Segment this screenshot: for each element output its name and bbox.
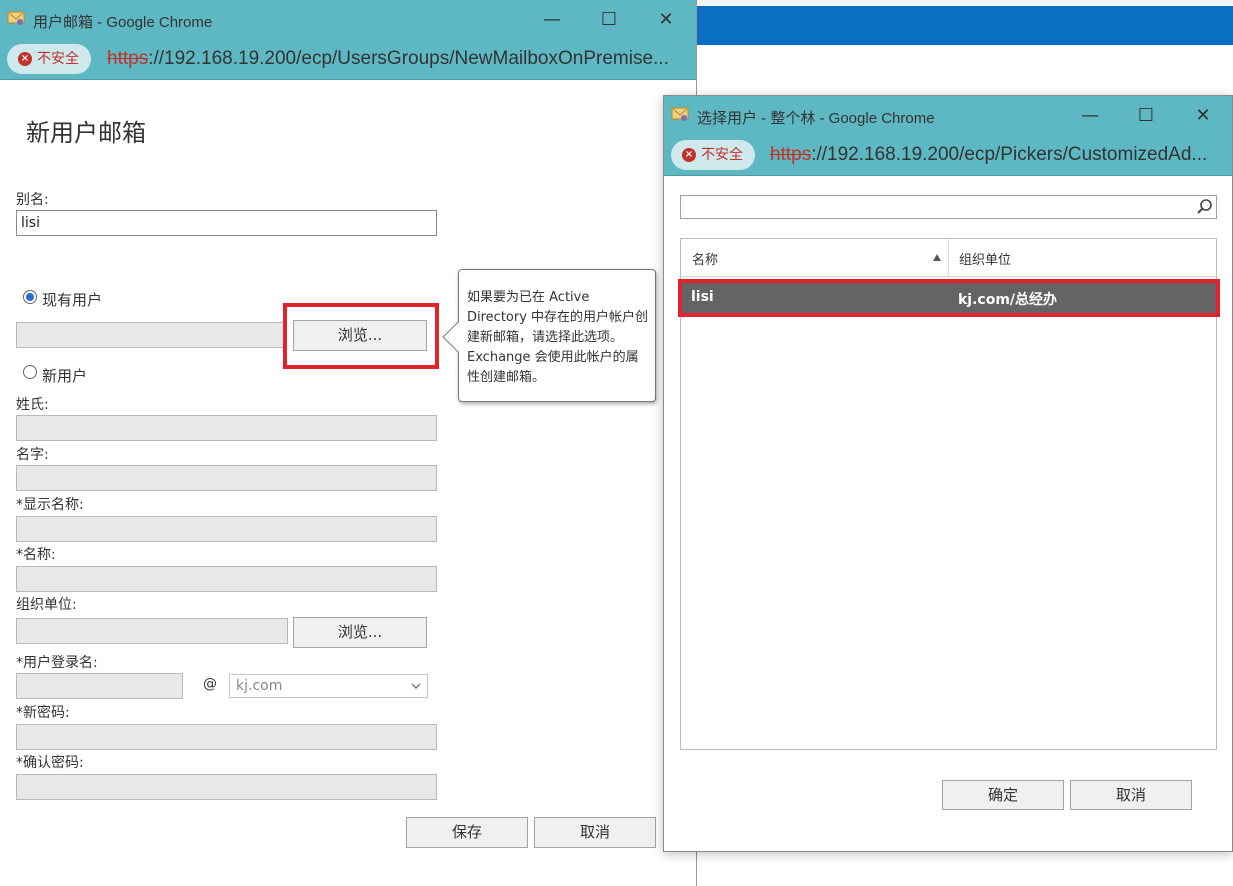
minimize-button[interactable]: — <box>537 6 567 34</box>
confirm-password-input[interactable] <box>16 774 437 800</box>
ou-browse-button[interactable]: 浏览... <box>293 617 427 648</box>
ou-field <box>16 618 288 644</box>
logon-name-label: *用户登录名: <box>16 655 98 671</box>
window-title: 用户邮箱 - Google Chrome <box>33 14 213 31</box>
url-scheme: https <box>770 144 812 165</box>
insecure-icon: × <box>682 148 696 162</box>
password-label: *新密码: <box>16 705 70 721</box>
search-icon[interactable] <box>1196 198 1214 216</box>
insecure-icon: × <box>18 52 32 66</box>
url-rest: ://192.168.19.200/ecp/Pickers/Customized… <box>811 144 1208 165</box>
alias-label: 别名: <box>16 192 49 208</box>
name-input[interactable] <box>16 566 437 592</box>
sort-ascending-icon[interactable] <box>933 254 941 261</box>
close-button[interactable]: ✕ <box>1188 102 1218 130</box>
new-mailbox-window: 用户邮箱 - Google Chrome — ☐ ✕ × 不安全 https:/… <box>0 0 697 886</box>
grid-header: 名称 组织单位 <box>681 239 1216 277</box>
select-user-window: 选择用户 - 整个林 - Google Chrome — ☐ ✕ × 不安全 h… <box>663 95 1233 852</box>
display-name-label: *显示名称: <box>16 497 84 513</box>
security-label: 不安全 <box>701 147 743 163</box>
highlight-box-row <box>678 279 1220 317</box>
column-divider[interactable] <box>948 239 949 277</box>
surname-input[interactable] <box>16 415 437 441</box>
domain-value: kj.com <box>236 678 283 694</box>
security-indicator[interactable]: × 不安全 <box>7 44 91 74</box>
window-titlebar[interactable]: 用户邮箱 - Google Chrome — ☐ ✕ <box>0 0 696 40</box>
picker-address-bar[interactable]: × 不安全 https://192.168.19.200/ecp/Pickers… <box>664 136 1232 176</box>
existing-user-field <box>16 322 286 348</box>
given-name-label: 名字: <box>16 447 49 463</box>
confirm-password-label: *确认密码: <box>16 755 84 771</box>
surname-label: 姓氏: <box>16 397 49 413</box>
cancel-button[interactable]: 取消 <box>534 817 656 848</box>
page-title: 新用户邮箱 <box>26 119 146 147</box>
address-bar[interactable]: × 不安全 https://192.168.19.200/ecp/UsersGr… <box>0 40 696 80</box>
help-tooltip: 如果要为已在 Active Directory 中存在的用户帐户创建新邮箱，请选… <box>442 269 656 402</box>
picker-titlebar[interactable]: 选择用户 - 整个林 - Google Chrome — ☐ ✕ <box>664 96 1232 136</box>
new-user-radio[interactable] <box>23 365 37 379</box>
close-button[interactable]: ✕ <box>651 6 681 34</box>
mail-app-icon <box>671 107 689 121</box>
alias-value: lisi <box>21 215 40 231</box>
display-name-input[interactable] <box>16 516 437 542</box>
background-window-header <box>697 6 1233 45</box>
security-label: 不安全 <box>37 51 79 67</box>
search-input[interactable] <box>680 195 1217 219</box>
new-user-label: 新用户 <box>42 367 88 385</box>
domain-select[interactable]: kj.com <box>229 674 428 698</box>
logon-name-input[interactable] <box>16 673 183 699</box>
save-button[interactable]: 保存 <box>406 817 528 848</box>
column-header-name[interactable]: 名称 <box>692 249 718 268</box>
alias-input[interactable]: lisi <box>16 210 437 236</box>
tooltip-text: 如果要为已在 Active Directory 中存在的用户帐户创建新邮箱，请选… <box>467 290 649 385</box>
name-label: *名称: <box>16 547 56 563</box>
highlight-box-browse <box>283 303 439 369</box>
ok-button[interactable]: 确定 <box>942 780 1064 810</box>
chevron-down-icon <box>411 683 421 690</box>
url-text[interactable]: https://192.168.19.200/ecp/Pickers/Custo… <box>770 144 1207 166</box>
picker-window-title: 选择用户 - 整个林 - Google Chrome <box>697 110 935 127</box>
minimize-button[interactable]: — <box>1075 102 1105 130</box>
at-sign: @ <box>203 676 217 692</box>
url-rest: ://192.168.19.200/ecp/UsersGroups/NewMai… <box>148 48 669 69</box>
given-name-input[interactable] <box>16 465 437 491</box>
existing-user-radio[interactable] <box>23 290 37 304</box>
url-scheme: https <box>107 48 149 69</box>
column-header-ou[interactable]: 组织单位 <box>959 249 1011 268</box>
maximize-button[interactable]: ☐ <box>1131 102 1161 130</box>
maximize-button[interactable]: ☐ <box>594 6 624 34</box>
existing-user-label: 现有用户 <box>42 291 103 309</box>
picker-cancel-button[interactable]: 取消 <box>1070 780 1192 810</box>
ou-label: 组织单位: <box>16 597 77 613</box>
security-indicator[interactable]: × 不安全 <box>671 140 755 170</box>
url-text[interactable]: https://192.168.19.200/ecp/UsersGroups/N… <box>107 48 669 70</box>
mail-app-icon <box>7 11 25 25</box>
password-input[interactable] <box>16 724 437 750</box>
